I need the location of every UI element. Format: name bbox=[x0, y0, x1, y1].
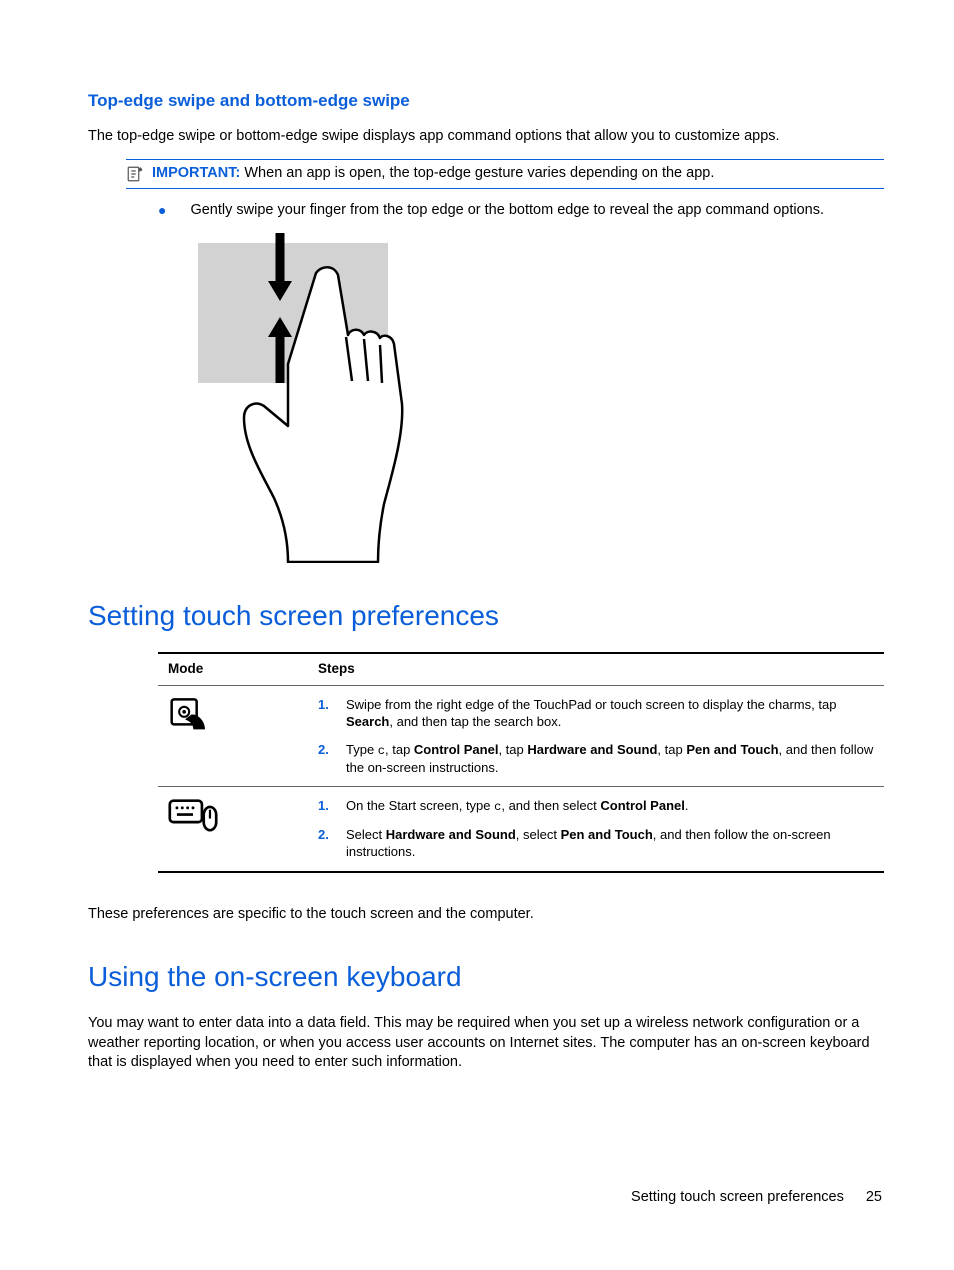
preferences-note: These preferences are specific to the to… bbox=[88, 905, 884, 925]
heading-setting-preferences: Setting touch screen preferences bbox=[88, 597, 884, 635]
important-body-text: When an app is open, the top-edge gestur… bbox=[244, 165, 714, 181]
table-row: 1. On the Start screen, type c, and then … bbox=[158, 786, 884, 870]
step-number: 1. bbox=[318, 797, 332, 815]
heading-top-edge-swipe: Top-edge swipe and bottom-edge swipe bbox=[88, 90, 884, 113]
step-text: Swipe from the right edge of the TouchPa… bbox=[346, 696, 884, 731]
page-footer: Setting touch screen preferences 25 bbox=[631, 1188, 882, 1208]
header-mode: Mode bbox=[168, 660, 318, 678]
step-item: 1. Swipe from the right edge of the Touch… bbox=[318, 696, 884, 731]
step-number: 2. bbox=[318, 741, 332, 777]
step-item: 1. On the Start screen, type c, and then … bbox=[318, 797, 884, 815]
step-number: 1. bbox=[318, 696, 332, 731]
footer-section-title: Setting touch screen preferences bbox=[631, 1189, 844, 1205]
important-text: IMPORTANT: When an app is open, the top-… bbox=[152, 164, 714, 184]
step-item: 2. Type c, tap Control Panel, tap Hardwar… bbox=[318, 741, 884, 777]
step-number: 2. bbox=[318, 826, 332, 861]
bullet-text: Gently swipe your finger from the top ed… bbox=[190, 201, 824, 221]
page-number: 25 bbox=[866, 1189, 882, 1205]
intro-paragraph: The top-edge swipe or bottom-edge swipe … bbox=[88, 127, 884, 147]
important-label: IMPORTANT: bbox=[152, 165, 240, 181]
bullet-item: ● Gently swipe your finger from the top … bbox=[158, 201, 884, 221]
swipe-illustration bbox=[198, 233, 884, 563]
keyboard-mouse-icon bbox=[168, 797, 318, 860]
steps-cell: 1. On the Start screen, type c, and then … bbox=[318, 797, 884, 860]
preferences-table: Mode Steps 1. Swipe from the right edge o… bbox=[158, 652, 884, 872]
header-steps: Steps bbox=[318, 660, 884, 678]
step-text: Type c, tap Control Panel, tap Hardware … bbox=[346, 741, 884, 777]
table-row: 1. Swipe from the right edge of the Touch… bbox=[158, 686, 884, 787]
steps-cell: 1. Swipe from the right edge of the Touch… bbox=[318, 696, 884, 777]
step-text: On the Start screen, type c, and then se… bbox=[346, 797, 689, 815]
important-callout: IMPORTANT: When an app is open, the top-… bbox=[126, 159, 884, 190]
document-page: Top-edge swipe and bottom-edge swipe The… bbox=[0, 0, 954, 1270]
table-header-row: Mode Steps bbox=[158, 654, 884, 685]
touch-icon bbox=[168, 696, 318, 777]
heading-onscreen-keyboard: Using the on-screen keyboard bbox=[88, 958, 884, 996]
bullet-dot-icon: ● bbox=[158, 201, 166, 221]
keyboard-paragraph: You may want to enter data into a data f… bbox=[88, 1014, 884, 1073]
note-icon bbox=[126, 165, 144, 183]
step-text: Select Hardware and Sound, select Pen an… bbox=[346, 826, 884, 861]
step-item: 2. Select Hardware and Sound, select Pen … bbox=[318, 826, 884, 861]
